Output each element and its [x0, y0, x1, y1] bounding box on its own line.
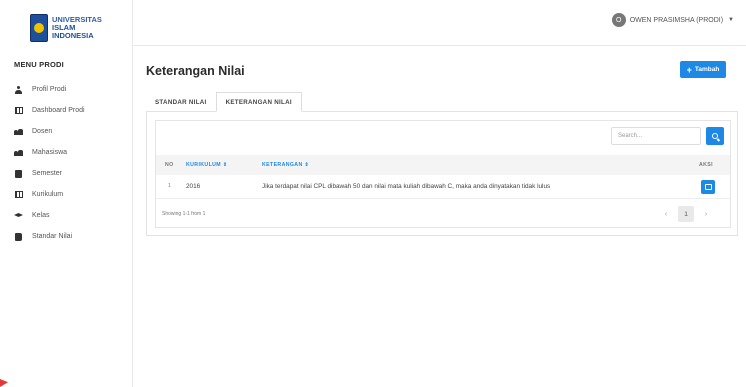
menu-title: MENU PRODI — [14, 60, 64, 69]
sidebar-item-label: Mahasiswa — [32, 149, 68, 156]
sidebar: UNIVERSITAS ISLAM INDONESIA MENU PRODI P… — [0, 0, 133, 387]
sidebar-item-label: Semester — [32, 170, 62, 177]
table-icon — [14, 190, 23, 199]
sidebar-item-label: Kelas — [32, 212, 50, 219]
sidebar-item-standar-nilai[interactable]: Standar Nilai — [14, 226, 85, 247]
cell-keterangan: Jika terdapat nilai CPL dibawah 50 dan n… — [262, 183, 551, 190]
showing-count: Showing 1-1 from 1 — [162, 211, 206, 217]
sidebar-item-label: Dashboard Prodi — [32, 107, 85, 114]
uii-emblem-icon — [30, 14, 48, 42]
add-button-label: Tambah — [694, 66, 720, 73]
avatar: O — [611, 13, 626, 27]
sidebar-item-dashboard-prodi[interactable]: Dashboard Prodi — [14, 100, 85, 121]
pagination-page-1[interactable]: 1 — [678, 206, 694, 222]
university-logo[interactable]: UNIVERSITAS ISLAM INDONESIA — [30, 11, 112, 45]
tab-keterangan-nilai[interactable]: KETERANGAN NILAI — [215, 92, 302, 112]
pagination-prev[interactable]: ‹ — [658, 206, 674, 222]
table-header: NO KURIKULUM ⇕ KETERANGAN ⇕ AKSI — [156, 155, 730, 175]
sidebar-item-dosen[interactable]: Dosen — [14, 121, 85, 142]
search-input[interactable]: Search... — [611, 127, 701, 145]
top-bar: O OWEN PRASIMSHA (PRODI) ▼ — [133, 0, 746, 46]
sidebar-item-semester[interactable]: Semester — [14, 163, 85, 184]
sidebar-item-label: Profil Prodi — [32, 86, 67, 93]
brand-text: UNIVERSITAS ISLAM INDONESIA — [52, 16, 102, 40]
square-icon — [14, 169, 23, 178]
sidebar-item-kurikulum[interactable]: Kurikulum — [14, 184, 85, 205]
pagination-next[interactable]: › — [698, 206, 714, 222]
cell-no: 1 — [168, 183, 172, 189]
search-icon — [712, 133, 718, 139]
sidebar-item-label: Dosen — [32, 128, 53, 135]
column-header-kurikulum[interactable]: KURIKULUM ⇕ — [186, 162, 228, 168]
content-card: Search... NO KURIKULUM ⇕ KETERANGAN ⇕ AK… — [146, 111, 738, 236]
tab-standar-nilai[interactable]: STANDAR NILAI — [146, 92, 216, 112]
users-icon — [14, 148, 23, 157]
user-icon — [14, 85, 23, 94]
graduation-cap-icon — [14, 211, 23, 220]
brand-line3: INDONESIA — [52, 31, 94, 40]
sidebar-item-mahasiswa[interactable]: Mahasiswa — [14, 142, 85, 163]
user-name: OWEN PRASIMSHA (PRODI) — [629, 16, 724, 24]
cell-kurikulum: 2016 — [186, 183, 201, 190]
sidebar-item-label: Kurikulum — [32, 191, 64, 198]
column-header-aksi: AKSI — [699, 162, 713, 168]
user-menu[interactable]: O OWEN PRASIMSHA (PRODI) ▼ — [611, 13, 734, 27]
sidebar-menu: Profil Prodi Dashboard Prodi Dosen Mahas… — [14, 79, 85, 247]
column-header-no: NO — [165, 162, 174, 168]
table-panel: Search... NO KURIKULUM ⇕ KETERANGAN ⇕ AK… — [155, 120, 731, 228]
sidebar-item-kelas[interactable]: Kelas — [14, 205, 85, 226]
tab-bar: STANDAR NILAI KETERANGAN NILAI — [146, 92, 302, 112]
table-row: 1 2016 Jika terdapat nilai CPL dibawah 5… — [156, 175, 730, 199]
sidebar-item-profil-prodi[interactable]: Profil Prodi — [14, 79, 85, 100]
page-title: Keterangan Nilai — [146, 64, 245, 78]
table-icon — [14, 106, 23, 115]
users-icon — [14, 127, 23, 136]
search-button[interactable] — [706, 127, 724, 145]
sidebar-item-label: Standar Nilai — [32, 233, 73, 240]
plus-icon: + — [686, 64, 692, 75]
edit-button[interactable] — [701, 180, 715, 194]
add-button[interactable]: + Tambah — [680, 61, 726, 78]
chevron-down-icon: ▼ — [728, 17, 734, 23]
edit-icon — [704, 184, 712, 190]
column-header-keterangan[interactable]: KETERANGAN ⇕ — [262, 162, 309, 168]
table-footer: Showing 1-1 from 1 ‹ 1 › — [156, 199, 730, 228]
book-icon — [14, 232, 23, 241]
